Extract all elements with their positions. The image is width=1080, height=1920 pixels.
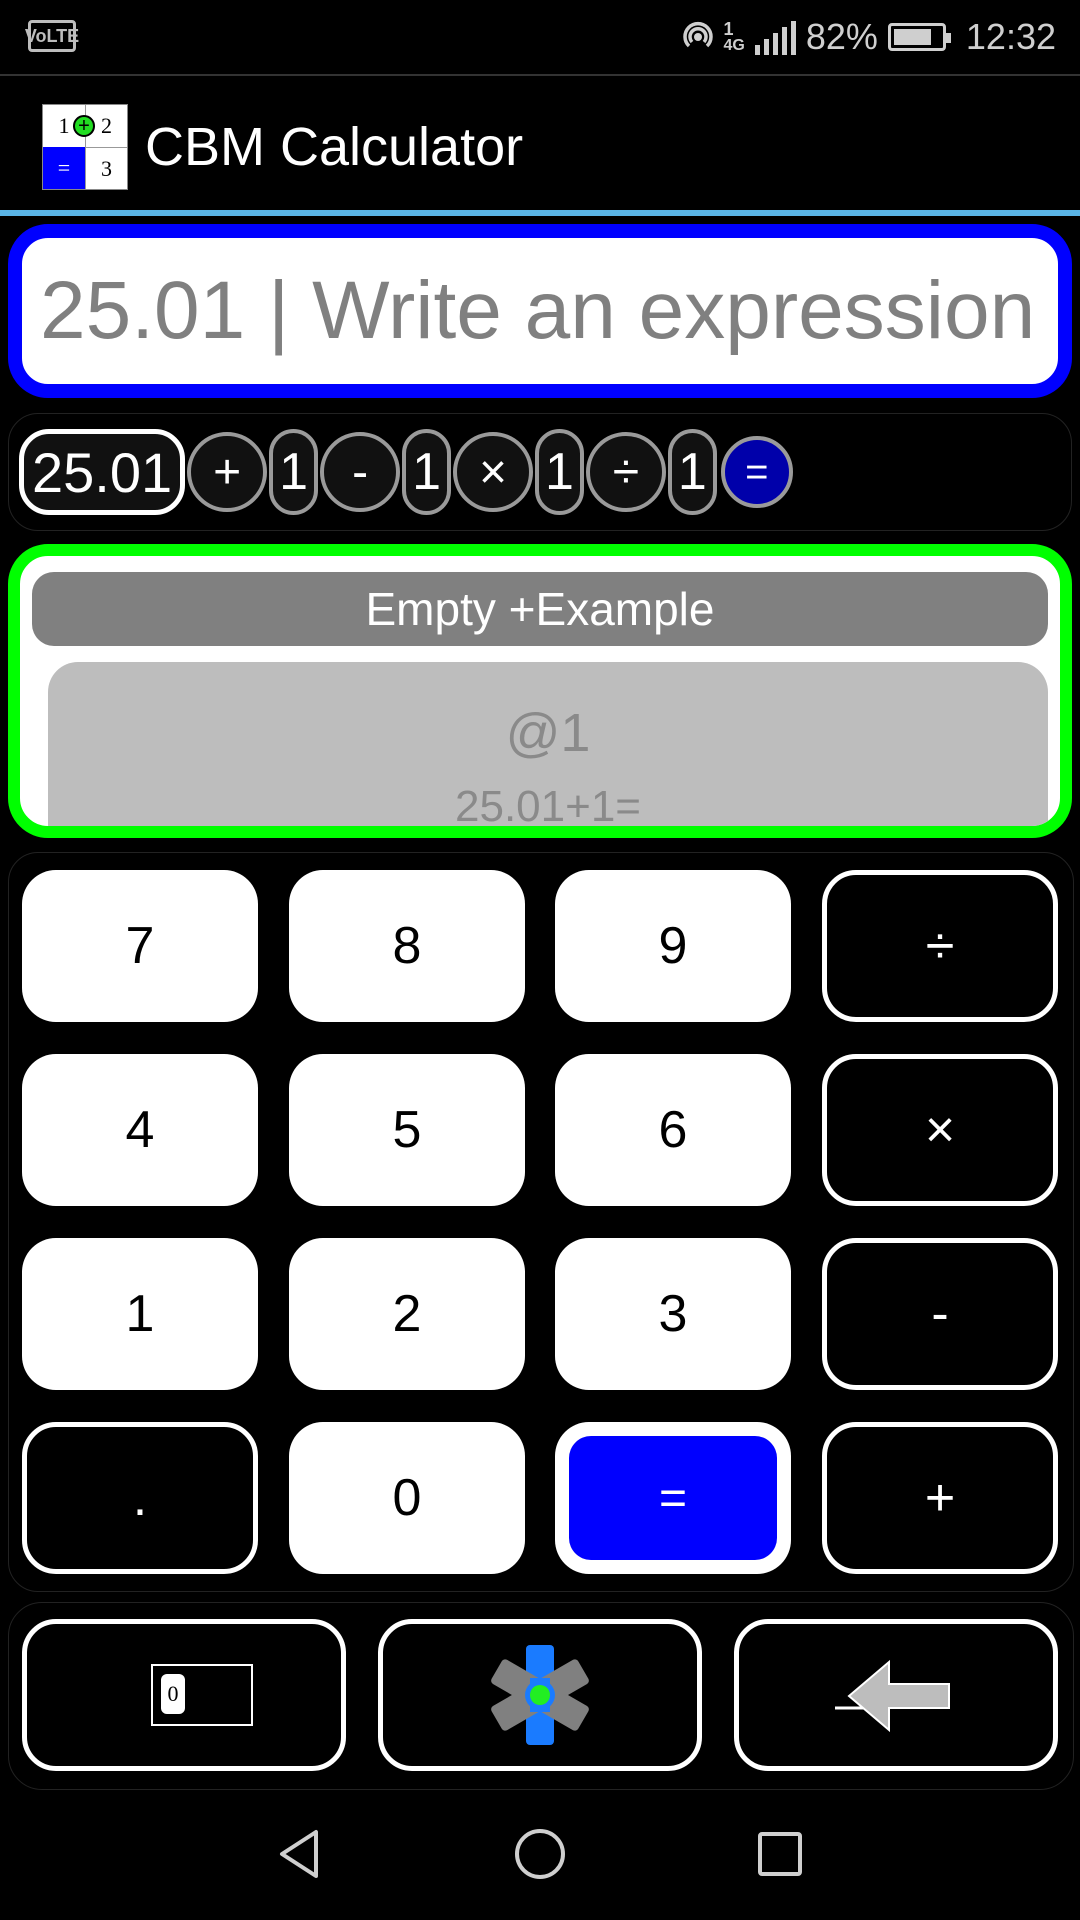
expression-input[interactable]	[22, 238, 1058, 384]
backspace-arrow-icon	[835, 1659, 950, 1733]
battery-percent: 82%	[805, 16, 878, 57]
key-0[interactable]: 0	[289, 1422, 525, 1574]
memory-register-icon: 0	[151, 1664, 253, 1726]
key-subtract[interactable]: -	[822, 1238, 1058, 1390]
token-operator[interactable]: ÷	[585, 432, 666, 512]
key-7[interactable]: 7	[22, 870, 258, 1022]
token-operator[interactable]: ×	[452, 432, 533, 512]
network-label: 1 4G	[724, 20, 745, 54]
status-bar: VoLTE 1 4G 82% 12:32	[0, 0, 1080, 74]
logo-cell: =	[43, 147, 85, 189]
expression-field-frame	[8, 224, 1072, 398]
token-number[interactable]: 1	[402, 429, 451, 515]
key-equals-label: =	[569, 1436, 777, 1560]
sim-label: 1	[723, 19, 734, 39]
hotspot-icon	[682, 21, 713, 48]
key-add[interactable]: +	[822, 1422, 1058, 1574]
app-title: CBM Calculator	[145, 117, 524, 177]
key-4[interactable]: 4	[22, 1054, 258, 1206]
token-number[interactable]: 1	[269, 429, 319, 515]
expression-token-row: 25.01 +1-1 × 1 ÷ 1 =	[8, 413, 1072, 531]
key-8[interactable]: 8	[289, 870, 525, 1022]
network-type: 4G	[723, 37, 745, 54]
asterisk-settings-icon	[491, 1645, 589, 1745]
example-card[interactable]: @1 25.01+1=	[48, 662, 1048, 831]
example-id: @1	[505, 703, 591, 763]
volte-icon: VoLTE	[25, 20, 79, 52]
token-operator[interactable]: +	[187, 432, 268, 512]
key-multiply[interactable]: ×	[822, 1054, 1058, 1206]
recents-nav-icon[interactable]	[750, 1824, 810, 1884]
appbar-divider	[0, 210, 1080, 216]
settings-button[interactable]	[378, 1619, 702, 1771]
memory-button[interactable]: 0	[22, 1619, 346, 1771]
example-panel: Empty +Example @1 25.01+1=	[8, 544, 1072, 838]
app-bar: 1 2 = 3 + CBM Calculator	[0, 74, 1080, 212]
status-time: 12:32	[965, 16, 1056, 57]
system-nav-bar	[0, 1794, 1080, 1920]
signal-icon	[754, 19, 796, 55]
app-logo-icon: 1 2 = 3 +	[42, 104, 128, 190]
example-expression: 25.01+1=	[455, 782, 641, 831]
token-operator[interactable]: -	[320, 432, 401, 512]
status-icons: 1 4G 82% 12:32	[678, 14, 1056, 60]
home-nav-icon[interactable]	[510, 1824, 570, 1884]
memory-digit: 0	[161, 1674, 185, 1714]
keypad: 7 8 9 ÷ 4 5 6 × 1 2 3 - . 0 = +	[8, 852, 1074, 1592]
key-9[interactable]: 9	[555, 870, 791, 1022]
key-2[interactable]: 2	[289, 1238, 525, 1390]
logo-plus: +	[73, 115, 95, 137]
backspace-button[interactable]	[734, 1619, 1058, 1771]
back-nav-icon[interactable]	[270, 1824, 330, 1884]
logo-cell: 3	[85, 147, 127, 189]
key-1[interactable]: 1	[22, 1238, 258, 1390]
key-3[interactable]: 3	[555, 1238, 791, 1390]
example-header-button[interactable]: Empty +Example	[32, 572, 1048, 646]
tool-bar: 0	[8, 1602, 1074, 1790]
key-equals[interactable]: =	[555, 1422, 791, 1574]
key-decimal[interactable]: .	[22, 1422, 258, 1574]
token-number[interactable]: 25.01	[19, 429, 186, 515]
key-6[interactable]: 6	[555, 1054, 791, 1206]
key-5[interactable]: 5	[289, 1054, 525, 1206]
battery-icon	[887, 23, 951, 51]
token-number[interactable]: 1	[534, 429, 584, 515]
token-equals[interactable]: =	[720, 436, 793, 508]
battery-fill	[893, 29, 931, 45]
key-divide[interactable]: ÷	[822, 870, 1058, 1022]
token-number[interactable]: 1	[667, 429, 717, 515]
